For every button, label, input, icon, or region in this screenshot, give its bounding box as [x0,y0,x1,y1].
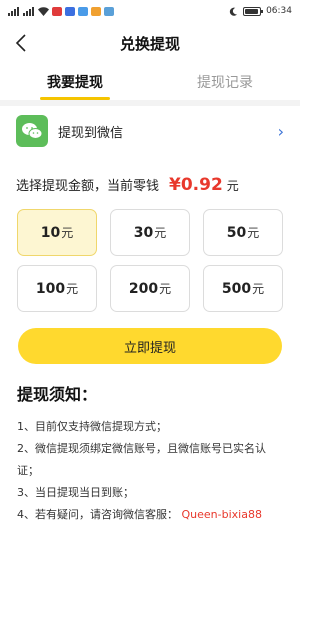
status-time: 06:34 [266,6,292,16]
wechat-label: 提现到微信 [58,125,124,141]
signal-icon-2 [23,6,34,16]
back-button[interactable] [6,28,36,58]
app-badge-icon-4 [104,6,114,16]
amount-option-50[interactable]: 50 元 [203,209,283,256]
chevron-right-icon: › [277,121,284,141]
amount-option-value: 10 [40,224,61,241]
withdraw-to-wechat-row[interactable]: 提现到微信 › [0,110,300,152]
status-icons-right: 06:34 [229,6,292,16]
notice-item: 3、当日提现当日到账； [17,486,134,499]
amount-option-value: 100 [35,280,66,297]
tab-records-label: 提现记录 [197,75,253,91]
notice-title: 提现须知： [17,385,98,404]
wechat-bubbles-icon [22,123,43,139]
moon-icon [229,7,238,16]
amount-line: 选择提现金额，当前零钱 ¥0.92 元 [16,175,239,195]
notice-item-text: 4、若有疑问，请咨询微信客服： [17,508,178,521]
amount-option-unit: 元 [66,282,79,296]
notification-badge-icon [52,6,62,16]
amount-option-30[interactable]: 30 元 [110,209,190,256]
battery-icon [243,6,264,16]
notice-item: 证； [17,464,39,477]
app-badge-icon-3 [91,6,101,16]
amount-option-100[interactable]: 100 元 [17,265,97,312]
customer-service-id[interactable]: Queen-bixia88 [182,508,262,521]
status-icons-left [8,6,114,16]
app-badge-icon-2 [78,6,88,16]
wifi-icon [38,6,49,16]
balance-value: ¥0.92 [169,175,223,195]
amount-option-value: 30 [133,224,154,241]
nav-bar: 兑换提现 [0,22,300,64]
withdraw-now-button[interactable]: 立即提现 [18,328,282,364]
tab-withdraw[interactable]: 我要提现 [0,64,150,100]
section-divider [0,100,300,106]
notice-item: 2、微信提现须绑定微信账号，且微信账号已实名认 [17,442,266,455]
amount-option-unit: 元 [61,226,74,240]
amount-option-unit: 元 [247,226,260,240]
amount-option-unit: 元 [159,282,172,296]
amount-option-value: 500 [221,280,252,297]
signal-icon [8,6,19,16]
amount-option-500[interactable]: 500 元 [203,265,283,312]
amount-option-value: 200 [128,280,159,297]
amount-option-unit: 元 [154,226,167,240]
amount-options: 10 元 30 元 50 元 100 元 200 元 500 元 [17,209,283,312]
notice-item: 1、目前仅支持微信提现方式； [17,420,167,433]
tab-withdraw-records[interactable]: 提现记录 [150,64,300,100]
amount-option-10[interactable]: 10 元 [17,209,97,256]
amount-option-200[interactable]: 200 元 [110,265,190,312]
chevron-left-icon [15,34,26,52]
app-badge-icon [65,6,75,16]
balance-unit: 元 [226,179,239,193]
tab-bar: 我要提现 提现记录 [0,64,300,100]
notice-item: 4、若有疑问，请咨询微信客服： Queen-bixia88 [17,504,287,526]
withdraw-notice: 提现须知： 1、目前仅支持微信提现方式； 2、微信提现须绑定微信账号，且微信账号… [17,381,287,526]
page-title: 兑换提现 [119,34,180,53]
amount-option-unit: 元 [252,282,265,296]
amount-prompt: 选择提现金额，当前零钱 [16,179,160,194]
tab-withdraw-label: 我要提现 [47,75,103,91]
status-bar: 06:34 [0,0,300,22]
amount-option-value: 50 [226,224,247,241]
wechat-icon [16,115,48,147]
